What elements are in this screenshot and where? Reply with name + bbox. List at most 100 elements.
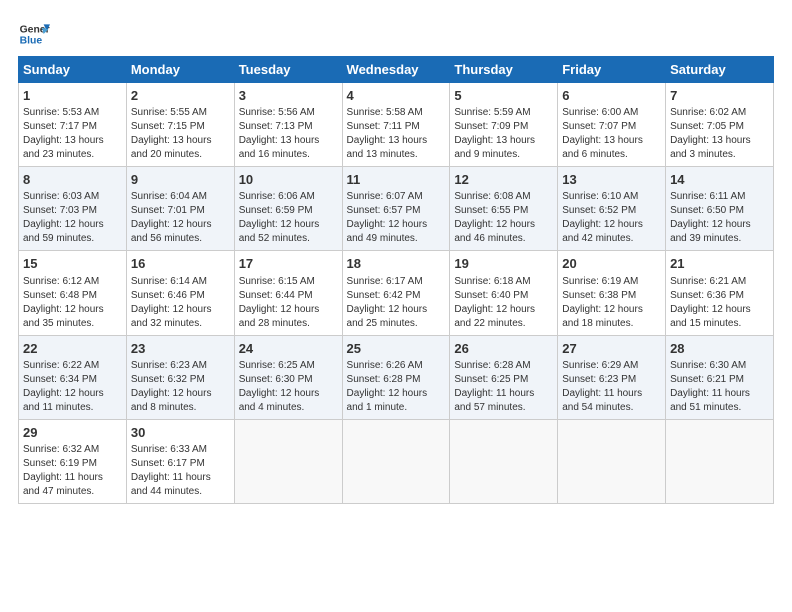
day-info: Daylight: 12 hours xyxy=(347,387,446,401)
day-header-friday: Friday xyxy=(558,57,666,83)
day-info: Sunset: 6:48 PM xyxy=(23,289,122,303)
calendar-cell: 25Sunrise: 6:26 AMSunset: 6:28 PMDayligh… xyxy=(342,335,450,419)
calendar-cell: 23Sunrise: 6:23 AMSunset: 6:32 PMDayligh… xyxy=(126,335,234,419)
day-info: Sunset: 6:46 PM xyxy=(131,289,230,303)
day-number: 8 xyxy=(23,171,122,189)
day-number: 16 xyxy=(131,255,230,273)
svg-text:Blue: Blue xyxy=(20,36,43,47)
calendar-cell: 18Sunrise: 6:17 AMSunset: 6:42 PMDayligh… xyxy=(342,251,450,335)
day-info: Sunset: 6:57 PM xyxy=(347,204,446,218)
day-info: Sunrise: 6:02 AM xyxy=(670,106,769,120)
day-info: and 20 minutes. xyxy=(131,148,230,162)
day-info: Sunrise: 6:17 AM xyxy=(347,275,446,289)
calendar-cell: 11Sunrise: 6:07 AMSunset: 6:57 PMDayligh… xyxy=(342,167,450,251)
day-info: Daylight: 12 hours xyxy=(239,303,338,317)
day-info: and 39 minutes. xyxy=(670,232,769,246)
day-info: and 56 minutes. xyxy=(131,232,230,246)
day-info: Daylight: 13 hours xyxy=(131,134,230,148)
day-number: 11 xyxy=(347,171,446,189)
calendar-cell: 10Sunrise: 6:06 AMSunset: 6:59 PMDayligh… xyxy=(234,167,342,251)
day-info: and 4 minutes. xyxy=(239,401,338,415)
day-info: Sunrise: 6:14 AM xyxy=(131,275,230,289)
day-number: 7 xyxy=(670,87,769,105)
calendar-cell: 21Sunrise: 6:21 AMSunset: 6:36 PMDayligh… xyxy=(666,251,774,335)
day-number: 24 xyxy=(239,340,338,358)
calendar-cell: 17Sunrise: 6:15 AMSunset: 6:44 PMDayligh… xyxy=(234,251,342,335)
day-info: Sunrise: 5:58 AM xyxy=(347,106,446,120)
day-info: Daylight: 12 hours xyxy=(131,303,230,317)
day-info: Sunrise: 6:30 AM xyxy=(670,359,769,373)
day-info: and 47 minutes. xyxy=(23,485,122,499)
calendar-cell: 5Sunrise: 5:59 AMSunset: 7:09 PMDaylight… xyxy=(450,83,558,167)
day-info: Sunrise: 5:56 AM xyxy=(239,106,338,120)
day-info: Daylight: 13 hours xyxy=(454,134,553,148)
day-info: Sunset: 7:09 PM xyxy=(454,120,553,134)
day-info: and 28 minutes. xyxy=(239,317,338,331)
calendar-cell xyxy=(666,419,774,503)
day-info: Sunrise: 6:33 AM xyxy=(131,443,230,457)
day-info: Daylight: 13 hours xyxy=(562,134,661,148)
day-info: Sunset: 6:21 PM xyxy=(670,373,769,387)
day-number: 4 xyxy=(347,87,446,105)
day-info: Daylight: 12 hours xyxy=(131,218,230,232)
day-info: Sunrise: 6:25 AM xyxy=(239,359,338,373)
day-number: 6 xyxy=(562,87,661,105)
day-info: Daylight: 12 hours xyxy=(131,387,230,401)
calendar-cell: 7Sunrise: 6:02 AMSunset: 7:05 PMDaylight… xyxy=(666,83,774,167)
day-info: and 32 minutes. xyxy=(131,317,230,331)
day-info: Daylight: 12 hours xyxy=(454,218,553,232)
day-number: 30 xyxy=(131,424,230,442)
day-info: Sunrise: 6:04 AM xyxy=(131,190,230,204)
day-info: Sunrise: 5:59 AM xyxy=(454,106,553,120)
day-info: and 46 minutes. xyxy=(454,232,553,246)
day-info: Sunset: 6:42 PM xyxy=(347,289,446,303)
day-number: 25 xyxy=(347,340,446,358)
day-number: 3 xyxy=(239,87,338,105)
day-info: and 54 minutes. xyxy=(562,401,661,415)
calendar-cell: 4Sunrise: 5:58 AMSunset: 7:11 PMDaylight… xyxy=(342,83,450,167)
day-info: Daylight: 12 hours xyxy=(347,218,446,232)
day-info: Sunrise: 6:28 AM xyxy=(454,359,553,373)
day-info: Sunset: 6:17 PM xyxy=(131,457,230,471)
day-info: Sunset: 6:59 PM xyxy=(239,204,338,218)
day-info: Daylight: 12 hours xyxy=(562,303,661,317)
calendar-cell xyxy=(342,419,450,503)
day-info: and 9 minutes. xyxy=(454,148,553,162)
day-info: Sunset: 6:30 PM xyxy=(239,373,338,387)
calendar-cell: 24Sunrise: 6:25 AMSunset: 6:30 PMDayligh… xyxy=(234,335,342,419)
day-info: Sunrise: 6:26 AM xyxy=(347,359,446,373)
day-info: Sunset: 6:25 PM xyxy=(454,373,553,387)
day-info: Sunset: 6:34 PM xyxy=(23,373,122,387)
day-number: 22 xyxy=(23,340,122,358)
calendar-cell xyxy=(558,419,666,503)
day-info: Sunrise: 6:07 AM xyxy=(347,190,446,204)
day-info: Daylight: 12 hours xyxy=(562,218,661,232)
day-info: Daylight: 13 hours xyxy=(670,134,769,148)
day-number: 23 xyxy=(131,340,230,358)
day-header-monday: Monday xyxy=(126,57,234,83)
day-info: Sunset: 6:38 PM xyxy=(562,289,661,303)
day-header-saturday: Saturday xyxy=(666,57,774,83)
day-info: and 1 minute. xyxy=(347,401,446,415)
day-info: Sunrise: 6:23 AM xyxy=(131,359,230,373)
day-info: Sunrise: 6:29 AM xyxy=(562,359,661,373)
day-number: 27 xyxy=(562,340,661,358)
day-info: Daylight: 12 hours xyxy=(239,387,338,401)
calendar-cell: 1Sunrise: 5:53 AMSunset: 7:17 PMDaylight… xyxy=(19,83,127,167)
day-number: 17 xyxy=(239,255,338,273)
day-info: Sunset: 6:50 PM xyxy=(670,204,769,218)
day-number: 10 xyxy=(239,171,338,189)
day-info: and 11 minutes. xyxy=(23,401,122,415)
day-info: Sunrise: 5:53 AM xyxy=(23,106,122,120)
day-info: Sunrise: 5:55 AM xyxy=(131,106,230,120)
day-info: and 22 minutes. xyxy=(454,317,553,331)
day-header-wednesday: Wednesday xyxy=(342,57,450,83)
day-info: Daylight: 13 hours xyxy=(347,134,446,148)
day-info: Daylight: 11 hours xyxy=(562,387,661,401)
calendar-cell: 22Sunrise: 6:22 AMSunset: 6:34 PMDayligh… xyxy=(19,335,127,419)
day-info: and 52 minutes. xyxy=(239,232,338,246)
day-header-thursday: Thursday xyxy=(450,57,558,83)
calendar-cell xyxy=(234,419,342,503)
day-number: 26 xyxy=(454,340,553,358)
day-info: Sunset: 7:07 PM xyxy=(562,120,661,134)
